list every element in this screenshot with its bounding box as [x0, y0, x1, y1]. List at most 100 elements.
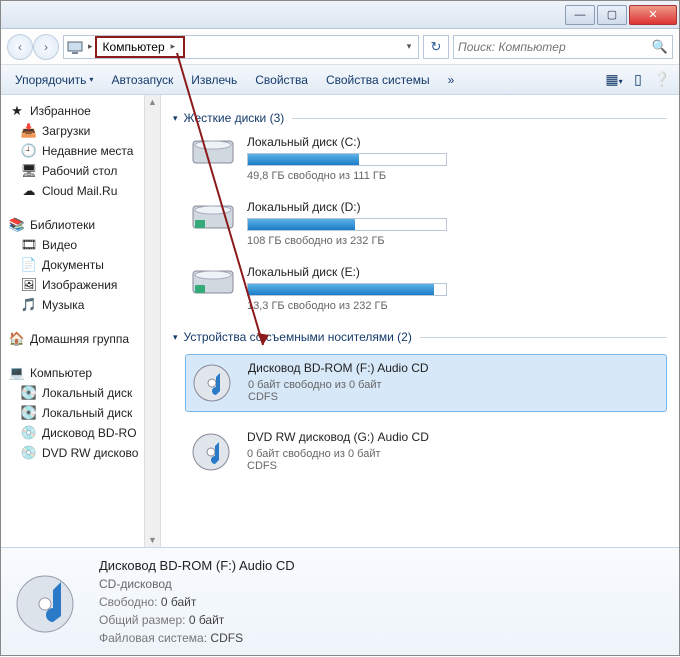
search-input[interactable] — [458, 40, 652, 54]
organize-button[interactable]: Упорядочить▾ — [7, 70, 101, 90]
chevron-down-icon: ▾ — [173, 113, 178, 124]
cd-icon: 💿 — [21, 425, 37, 441]
downloads-icon: 📥 — [21, 123, 37, 139]
sidebar-item-documents[interactable]: 📄Документы — [3, 255, 140, 275]
refresh-button[interactable]: ↻ — [423, 35, 449, 59]
details-pane: Дисковод BD-ROM (F:) Audio CD CD-дисково… — [1, 547, 679, 655]
sidebar-item-music[interactable]: 🎵Музыка — [3, 295, 140, 315]
cloud-icon: ☁ — [21, 183, 37, 199]
details-fs: CDFS — [210, 631, 243, 645]
section-removable[interactable]: ▾ Устройства со съемными носителями (2) — [173, 330, 667, 344]
hard-disk-icon — [191, 265, 235, 299]
drive-local-c[interactable]: Локальный диск (C:) 49,8 ГБ свободно из … — [191, 135, 667, 182]
sidebar-item-pictures[interactable]: 🖼Изображения — [3, 275, 140, 295]
details-free: 0 байт — [161, 595, 196, 609]
desktop-icon: 🖥 — [21, 163, 37, 179]
drive-free-text: 49,8 ГБ свободно из 111 ГБ — [247, 170, 667, 182]
close-button[interactable]: ✕ — [629, 5, 677, 25]
hard-disk-icon — [191, 200, 235, 234]
back-button[interactable]: ‹ — [7, 34, 33, 60]
maximize-button[interactable]: ▢ — [597, 5, 627, 25]
drive-fs-text: CDFS — [248, 391, 660, 403]
sidebar-favorites-header[interactable]: ★Избранное — [3, 101, 140, 121]
details-size: 0 байт — [189, 613, 224, 627]
chevron-right-icon: ▸ — [86, 41, 95, 52]
view-options-button[interactable]: ▦▾ — [603, 71, 625, 88]
disk-icon: 💽 — [21, 405, 37, 421]
drive-label: Дисковод BD-ROM (F:) Audio CD — [248, 361, 660, 375]
section-hard-disks[interactable]: ▾ Жесткие диски (3) — [173, 111, 667, 125]
drive-free-text: 13,3 ГБ свободно из 232 ГБ — [247, 300, 667, 312]
sidebar-item-video[interactable]: 🎞Видео — [3, 235, 140, 255]
sidebar-item-localdisk[interactable]: 💽Локальный диск — [3, 383, 140, 403]
address-history-dropdown[interactable]: ▾ — [400, 41, 418, 52]
drive-label: DVD RW дисковод (G:) Audio CD — [247, 430, 667, 444]
forward-button[interactable]: › — [33, 34, 59, 60]
sidebar-computer-header[interactable]: 💻Компьютер — [3, 363, 140, 383]
cd-icon: 💿 — [21, 445, 37, 461]
chevron-down-icon: ▾ — [173, 332, 178, 343]
star-icon: ★ — [9, 103, 25, 119]
section-title: Жесткие диски (3) — [184, 111, 285, 125]
sidebar-item-cloud[interactable]: ☁Cloud Mail.Ru — [3, 181, 140, 201]
libraries-icon: 📚 — [9, 217, 25, 233]
titlebar: — ▢ ✕ — [1, 1, 679, 29]
search-box[interactable]: 🔍 — [453, 35, 673, 59]
drive-free-text: 108 ГБ свободно из 232 ГБ — [247, 235, 667, 247]
audio-cd-icon — [192, 361, 236, 405]
details-title: Дисковод BD-ROM (F:) Audio CD — [99, 556, 295, 576]
sidebar-item-bdrom[interactable]: 💿Дисковод BD-RO — [3, 423, 140, 443]
computer-icon: 💻 — [9, 365, 25, 381]
drive-local-e[interactable]: Локальный диск (E:) 13,3 ГБ свободно из … — [191, 265, 667, 312]
breadcrumb-label: Компьютер — [103, 40, 165, 54]
section-title: Устройства со съемными носителями (2) — [184, 330, 412, 344]
eject-button[interactable]: Извлечь — [183, 70, 245, 90]
sidebar-libraries-header[interactable]: 📚Библиотеки — [3, 215, 140, 235]
sidebar-scrollbar[interactable] — [144, 95, 160, 547]
drive-dvdrw-g[interactable]: DVD RW дисковод (G:) Audio CD 0 байт сво… — [191, 430, 667, 474]
disk-icon: 💽 — [21, 385, 37, 401]
properties-button[interactable]: Свойства — [247, 70, 316, 90]
drive-free-text: 0 байт свободно из 0 байт — [248, 379, 660, 391]
pictures-icon: 🖼 — [21, 277, 37, 293]
drive-usage-bar — [247, 153, 447, 166]
address-row: ‹ › ▸ Компьютер ▸ ▾ ↻ 🔍 — [1, 29, 679, 65]
drive-label: Локальный диск (D:) — [247, 200, 667, 214]
recent-icon: 🕘 — [21, 143, 37, 159]
audio-cd-icon — [191, 430, 235, 474]
drive-local-d[interactable]: Локальный диск (D:) 108 ГБ свободно из 2… — [191, 200, 667, 247]
drive-free-text: 0 байт свободно из 0 байт — [247, 448, 667, 460]
sidebar-item-desktop[interactable]: 🖥Рабочий стол — [3, 161, 140, 181]
autorun-button[interactable]: Автозапуск — [103, 70, 181, 90]
drive-fs-text: CDFS — [247, 460, 667, 472]
details-type: CD-дисковод — [99, 575, 295, 593]
toolbar: Упорядочить▾ Автозапуск Извлечь Свойства… — [1, 65, 679, 95]
drive-usage-bar — [247, 283, 447, 296]
help-button[interactable]: ❔ — [651, 71, 673, 88]
system-properties-button[interactable]: Свойства системы — [318, 70, 438, 90]
sidebar-item-downloads[interactable]: 📥Загрузки — [3, 121, 140, 141]
search-icon: 🔍 — [652, 39, 668, 55]
sidebar-homegroup-header[interactable]: 🏠Домашняя группа — [3, 329, 140, 349]
sidebar-item-dvdrw[interactable]: 💿DVD RW дисково — [3, 443, 140, 463]
more-buttons[interactable]: » — [440, 70, 463, 90]
sidebar-item-localdisk[interactable]: 💽Локальный диск — [3, 403, 140, 423]
address-bar[interactable]: ▸ Компьютер ▸ ▾ — [63, 35, 419, 59]
drive-label: Локальный диск (E:) — [247, 265, 667, 279]
main-content: ▾ Жесткие диски (3) Локальный диск (C:) … — [161, 95, 679, 547]
homegroup-icon: 🏠 — [9, 331, 25, 347]
minimize-button[interactable]: — — [565, 5, 595, 25]
documents-icon: 📄 — [21, 257, 37, 273]
chevron-right-icon: ▸ — [169, 41, 178, 52]
drive-bdrom-f[interactable]: Дисковод BD-ROM (F:) Audio CD 0 байт сво… — [185, 354, 667, 412]
music-icon: 🎵 — [21, 297, 37, 313]
video-icon: 🎞 — [21, 237, 37, 253]
sidebar-item-recent[interactable]: 🕘Недавние места — [3, 141, 140, 161]
preview-pane-button[interactable]: ▯ — [627, 71, 649, 88]
drive-usage-bar — [247, 218, 447, 231]
hard-disk-icon — [191, 135, 235, 169]
breadcrumb-computer[interactable]: Компьютер ▸ — [95, 36, 186, 58]
drive-label: Локальный диск (C:) — [247, 135, 667, 149]
sidebar: ★Избранное 📥Загрузки 🕘Недавние места 🖥Ра… — [1, 95, 161, 547]
audio-cd-icon — [15, 568, 83, 636]
